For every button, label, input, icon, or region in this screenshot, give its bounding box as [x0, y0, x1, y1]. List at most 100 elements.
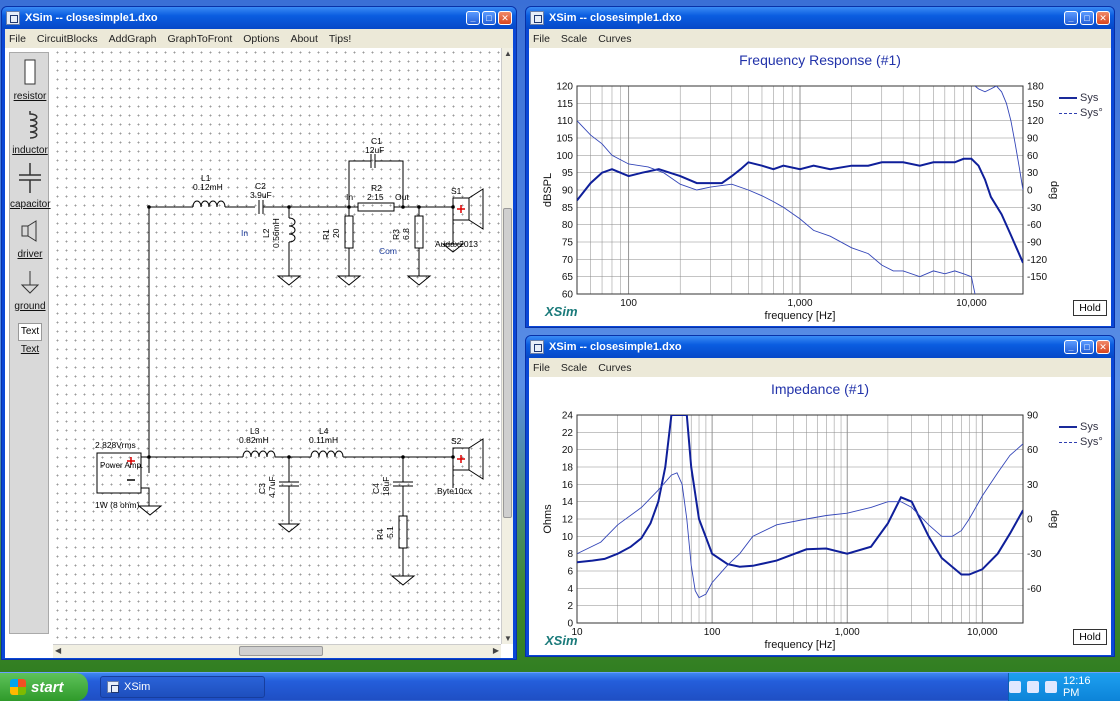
palette-label: ground: [14, 301, 46, 312]
network-icon[interactable]: [1026, 681, 1039, 693]
scroll-left-arrow[interactable]: ◀: [55, 646, 61, 655]
hold-button[interactable]: Hold: [1073, 629, 1107, 645]
scroll-up-arrow[interactable]: ▲: [504, 49, 512, 58]
start-button[interactable]: start: [0, 673, 88, 701]
menu-file[interactable]: File: [533, 362, 550, 374]
circuit-menubar: File CircuitBlocks AddGraph GraphToFront…: [5, 29, 513, 48]
legend-sys-phase: Sys°: [1059, 107, 1103, 119]
freq-menubar: File Scale Curves: [529, 29, 1111, 48]
app-icon: [530, 340, 544, 354]
l4-value: 0.11mH: [309, 435, 338, 445]
y-tick-label: 110: [557, 116, 573, 127]
palette-text[interactable]: Text Text: [10, 323, 50, 355]
circuit-canvas[interactable]: L1 0.12mH C2 3.9uF C1 12uF R2 2.15 In Ou…: [53, 48, 501, 644]
window-title: XSim -- closesimple1.dxo: [549, 12, 682, 24]
menu-scale[interactable]: Scale: [561, 362, 587, 374]
minimize-button[interactable]: _: [466, 11, 480, 25]
amp-power: 1W (8 ohm): [95, 500, 140, 510]
c3-name: C3: [257, 483, 267, 494]
menu-circuitblocks[interactable]: CircuitBlocks: [37, 33, 98, 45]
c1-value: 12uF: [365, 145, 384, 155]
circuit-window-titlebar[interactable]: XSim -- closesimple1.dxo _ □ ✕: [2, 7, 516, 29]
y2-tick-label: -60: [1027, 220, 1042, 231]
y-tick-label: 24: [562, 411, 574, 422]
y2-tick-label: -90: [1027, 238, 1042, 249]
ground-icon: [20, 271, 40, 294]
maximize-button[interactable]: □: [1080, 11, 1094, 25]
frequency-response-window[interactable]: XSim -- closesimple1.dxo _ □ ✕ File Scal…: [525, 6, 1115, 328]
l2-name: L2: [261, 228, 271, 238]
y2-tick-label: 150: [1027, 99, 1044, 110]
y-tick-label: 85: [562, 203, 574, 214]
impedance-window[interactable]: XSim -- closesimple1.dxo _ □ ✕ File Scal…: [525, 335, 1115, 657]
start-label: start: [31, 678, 64, 696]
c4-value: 18uF: [381, 477, 391, 496]
horizontal-scroll-thumb[interactable]: [239, 646, 323, 656]
palette-ground[interactable]: ground: [10, 271, 50, 312]
volume-icon[interactable]: [1044, 681, 1057, 693]
menu-graphtofront[interactable]: GraphToFront: [167, 33, 232, 45]
hold-button[interactable]: Hold: [1073, 300, 1107, 316]
y2-tick-label: -30: [1027, 549, 1042, 560]
legend-line-dashed: [1059, 441, 1077, 443]
menu-scale[interactable]: Scale: [561, 33, 587, 45]
maximize-button[interactable]: □: [482, 11, 496, 25]
y-tick-label: 100: [556, 151, 573, 162]
legend-sys: Sys: [1059, 421, 1098, 433]
y-tick-label: 60: [562, 290, 574, 301]
impedance-chart: 2422201816141210864209060300-30-6010 100 1…: [542, 411, 1060, 652]
r2-out-label: Out: [395, 192, 409, 202]
scroll-down-arrow[interactable]: ▼: [504, 634, 512, 643]
s1-model: Audax2013: [435, 239, 478, 249]
palette-label: Text: [20, 344, 40, 355]
circuit-window[interactable]: XSim -- closesimple1.dxo _ □ ✕ File Circ…: [1, 6, 517, 660]
palette-resistor[interactable]: resistor: [10, 59, 50, 102]
clock: 12:16 PM: [1062, 675, 1091, 699]
y2-tick-label: -60: [1027, 584, 1042, 595]
menu-tips[interactable]: Tips!: [329, 33, 351, 45]
freq-window-titlebar[interactable]: XSim -- closesimple1.dxo _ □ ✕: [526, 7, 1114, 29]
s2-model: Byte10cx: [437, 486, 473, 496]
y-tick-label: 65: [562, 272, 574, 283]
menu-addgraph[interactable]: AddGraph: [109, 33, 157, 45]
l1-value: 0.12mH: [193, 182, 223, 192]
y-tick-label: 14: [562, 497, 574, 508]
minimize-button[interactable]: _: [1064, 340, 1078, 354]
y-tick-label: 16: [562, 480, 574, 491]
vertical-scroll-thumb[interactable]: [503, 208, 512, 518]
legend-line-dashed: [1059, 112, 1077, 114]
imp-window-titlebar[interactable]: XSim -- closesimple1.dxo _ □ ✕: [526, 336, 1114, 358]
close-button[interactable]: ✕: [1096, 340, 1110, 354]
palette-driver[interactable]: driver: [10, 219, 50, 260]
close-button[interactable]: ✕: [1096, 11, 1110, 25]
palette-inductor[interactable]: inductor: [10, 111, 50, 156]
grid: [576, 85, 1024, 295]
minimize-button[interactable]: _: [1064, 11, 1078, 25]
y2-tick-label: 30: [1027, 480, 1039, 491]
scroll-right-arrow[interactable]: ▶: [493, 646, 499, 655]
menu-about[interactable]: About: [290, 33, 317, 45]
help-icon[interactable]: [1009, 681, 1021, 693]
menu-file[interactable]: File: [9, 33, 26, 45]
taskbar-item-xsim[interactable]: XSim: [100, 676, 265, 698]
menu-options[interactable]: Options: [243, 33, 279, 45]
r4-value: 5.1: [385, 526, 395, 538]
maximize-button[interactable]: □: [1080, 340, 1094, 354]
series-line-sys: [577, 415, 1023, 576]
vertical-scrollbar[interactable]: ▲ ▼: [501, 48, 513, 644]
menu-curves[interactable]: Curves: [598, 33, 631, 45]
menu-curves[interactable]: Curves: [598, 362, 631, 374]
close-button[interactable]: ✕: [498, 11, 512, 25]
y-tick-label: 10: [562, 532, 574, 543]
legend-sys-phase: Sys°: [1059, 436, 1103, 448]
palette-capacitor[interactable]: capacitor: [10, 163, 51, 210]
y2-tick-label: 180: [1027, 82, 1044, 93]
y-tick-label: 6: [567, 567, 573, 578]
horizontal-scrollbar[interactable]: ◀ ▶: [53, 644, 501, 658]
app-icon: [530, 11, 544, 25]
l2-in-label: In: [241, 228, 248, 238]
y2-tick-label: 90: [1027, 134, 1039, 145]
menu-file[interactable]: File: [533, 33, 550, 45]
frequency-response-chart: 120 115 110 105 100 95 90 85 80 75 70 65 60 180 150 120…: [542, 82, 1060, 323]
x-tick-label: 1,000: [835, 627, 860, 638]
